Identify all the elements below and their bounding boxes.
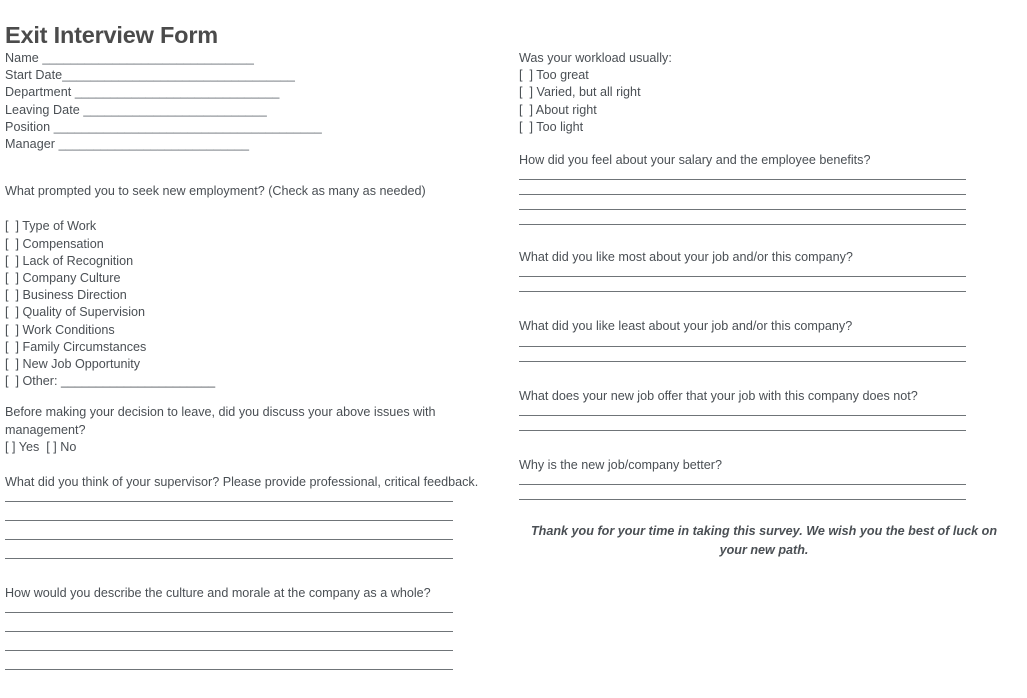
left-column: Name ______________________________ Star…: [5, 50, 505, 671]
field-label-position: Position: [5, 119, 54, 134]
checkbox-option-other[interactable]: [ ] Other: ______________________: [5, 373, 505, 390]
field-rule-leaving-date: __________________________: [83, 102, 267, 117]
field-rule-position: ______________________________________: [53, 119, 322, 134]
field-label-leaving-date: Leaving Date: [5, 102, 84, 117]
field-row-start-date[interactable]: Start Date______________________________…: [5, 67, 505, 84]
reasons-options-group: [ ] Type of Work [ ] Compensation [ ] La…: [5, 218, 505, 390]
right-column: Was your workload usually: [ ] Too great…: [519, 50, 1019, 560]
field-rule-start-date: _________________________________: [62, 68, 295, 83]
field-rule-manager: ___________________________: [58, 137, 250, 152]
new-job-offer-answer-lines[interactable]: [519, 414, 1019, 431]
checkbox-option-compensation[interactable]: [ ] Compensation: [5, 236, 505, 253]
workload-question: Was your workload usually:: [519, 51, 672, 65]
checkbox-option-type-of-work[interactable]: [ ] Type of Work: [5, 218, 505, 235]
like-most-answer-lines[interactable]: [519, 276, 1019, 293]
identity-fields-group: Name ______________________________ Star…: [5, 50, 505, 153]
field-row-manager[interactable]: Manager ___________________________: [5, 136, 505, 153]
discuss-with-management-question: Before making your decision to leave, di…: [5, 405, 440, 437]
field-rule-department: _____________________________: [74, 85, 280, 100]
like-most-question: What did you like most about your job an…: [519, 250, 853, 265]
checkbox-option-company-culture[interactable]: [ ] Company Culture: [5, 270, 505, 287]
discuss-yes-no-options[interactable]: [ ] Yes [ ] No: [5, 439, 505, 456]
closing-note: Thank you for your time in taking this s…: [530, 524, 998, 558]
field-label-name: Name: [5, 51, 43, 65]
checkbox-option-lack-of-recognition[interactable]: [ ] Lack of Recognition: [5, 253, 505, 270]
salary-benefits-question: How did you feel about your salary and t…: [519, 153, 871, 168]
like-least-question: What did you like least about your job a…: [519, 319, 853, 334]
checkbox-option-new-job-opportunity[interactable]: [ ] New Job Opportunity: [5, 356, 505, 373]
page-title: Exit Interview Form: [5, 21, 218, 48]
workload-options-group: [ ] Too great [ ] Varied, but all right …: [519, 67, 1019, 136]
like-least-answer-lines[interactable]: [519, 345, 1019, 362]
form-page: Exit Interview Form Name _______________…: [0, 0, 1027, 698]
checkbox-option-too-light[interactable]: [ ] Too light: [519, 119, 1019, 136]
checkbox-option-varied-but-all-right[interactable]: [ ] Varied, but all right: [519, 84, 1019, 101]
field-row-position[interactable]: Position _______________________________…: [5, 119, 505, 136]
new-job-offer-question: What does your new job offer that your j…: [519, 388, 918, 403]
field-label-department: Department: [5, 85, 75, 100]
checkbox-option-about-right[interactable]: [ ] About right: [519, 102, 1019, 119]
field-label-manager: Manager: [5, 137, 59, 152]
checkbox-option-work-conditions[interactable]: [ ] Work Conditions: [5, 322, 505, 339]
answer-line[interactable]: [5, 669, 453, 671]
field-rule-name: ______________________________: [42, 51, 254, 65]
field-row-name[interactable]: Name ______________________________: [5, 50, 505, 67]
salary-answer-lines[interactable]: [519, 179, 1019, 226]
why-better-answer-lines[interactable]: [519, 484, 1019, 501]
culture-answer-lines[interactable]: [5, 612, 505, 671]
checkbox-option-business-direction[interactable]: [ ] Business Direction: [5, 287, 505, 304]
why-better-question: Why is the new job/company better?: [519, 457, 723, 472]
field-row-department[interactable]: Department _____________________________: [5, 84, 505, 101]
field-row-leaving-date[interactable]: Leaving Date __________________________: [5, 102, 505, 119]
checkbox-option-family-circumstances[interactable]: [ ] Family Circumstances: [5, 339, 505, 356]
field-label-start-date: Start Date: [5, 68, 63, 83]
checkbox-option-quality-of-supervision[interactable]: [ ] Quality of Supervision: [5, 304, 505, 321]
supervisor-feedback-question: What did you think of your supervisor? P…: [5, 475, 479, 490]
supervisor-answer-lines[interactable]: [5, 501, 505, 560]
checkbox-option-too-great[interactable]: [ ] Too great: [519, 67, 1019, 84]
reasons-question: What prompted you to seek new employment…: [5, 184, 426, 199]
culture-morale-question: How would you describe the culture and m…: [5, 586, 431, 601]
